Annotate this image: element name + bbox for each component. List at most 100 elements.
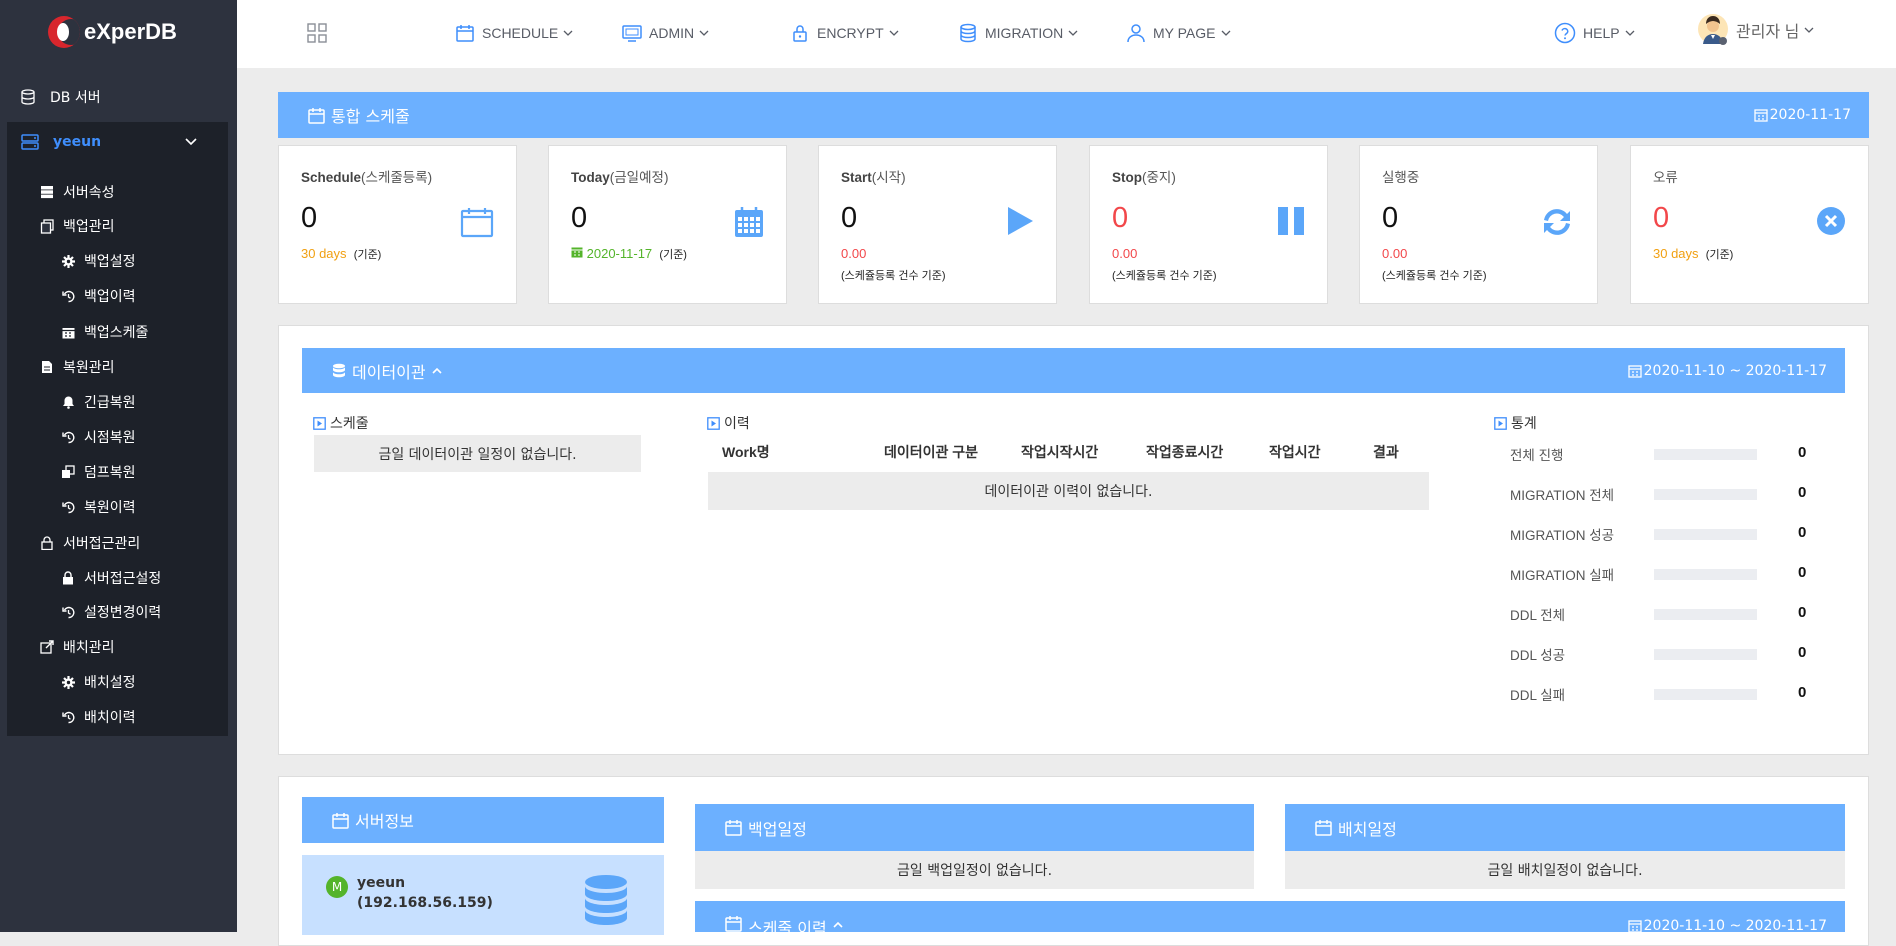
sidebar-item-16[interactable]: 배치이력	[60, 707, 136, 727]
logo[interactable]: eXperDB	[48, 14, 177, 50]
chevron-down-icon[interactable]	[184, 134, 198, 148]
stat-label: MIGRATION 전체	[1510, 488, 1615, 503]
calendar-icon	[1315, 820, 1332, 836]
sidebar-item-1[interactable]: 서버속성	[39, 182, 115, 202]
chevron-up-icon[interactable]	[832, 919, 844, 931]
stat-progress-bar	[1654, 529, 1757, 540]
nav-migration[interactable]: MIGRATION	[958, 18, 1085, 48]
play-square-icon	[1494, 416, 1507, 430]
nav-admin[interactable]: ADMIN	[622, 18, 716, 48]
stat-progress-bar	[1654, 649, 1757, 660]
stat-value: 0	[1798, 444, 1807, 461]
stat-card-error[interactable]: 오류 0 30 days (기준)	[1630, 145, 1869, 304]
card-title: Start(시작)	[841, 166, 906, 186]
backup-schedule-header: 백업일정	[695, 804, 1254, 851]
migration-header[interactable]: 데이터이관 2020-11-10 ~ 2020-11-17	[302, 348, 1845, 393]
nav-encrypt[interactable]: ENCRYPT	[790, 18, 906, 48]
card-title: 실행중	[1382, 166, 1419, 186]
stat-label: 전체 진행	[1510, 448, 1564, 463]
database-icon	[21, 89, 35, 105]
lock-icon	[39, 535, 55, 551]
card-title-sub: (스케줄등록)	[361, 170, 433, 185]
sidebar-item-11[interactable]: 서버접근관리	[39, 533, 140, 553]
sidebar-item-6[interactable]: 복원관리	[39, 357, 115, 377]
column-header: Work명	[722, 444, 770, 460]
avatar	[1698, 14, 1728, 45]
stat-card-stop[interactable]: Stop(중지) 0 0.00 (스케쥴등록 건수 기준)	[1089, 145, 1328, 304]
section-title: 배치일정	[1338, 819, 1397, 839]
sidebar-item-7[interactable]: 긴급복원	[60, 392, 136, 412]
sidebar-item-13[interactable]: 설정변경이력	[60, 602, 161, 622]
sidebar-item-db-server[interactable]: DB 서버	[0, 82, 237, 112]
chevron-up-icon[interactable]	[431, 365, 443, 377]
card-title-main: Start	[841, 170, 872, 185]
section-title: 서버정보	[355, 812, 414, 831]
card-value: 0	[571, 202, 588, 234]
play-icon	[1008, 207, 1033, 235]
chevron-down-icon	[1625, 30, 1635, 36]
stat-value: 0	[1798, 524, 1807, 541]
server-tree-header[interactable]: yeeun	[7, 122, 228, 162]
nav-schedule[interactable]: SCHEDULE	[455, 18, 580, 48]
migration-history-title: 이력	[707, 413, 750, 433]
sidebar-item-15[interactable]: 배치설정	[60, 672, 136, 692]
sidebar-item-2[interactable]: 백업관리	[39, 216, 115, 236]
user-menu[interactable]: 관리자 님	[1697, 14, 1821, 45]
stat-progress-bar	[1654, 449, 1757, 460]
column-header: 결과	[1373, 444, 1399, 460]
date-range-text: 2020-11-10 ~ 2020-11-17	[1643, 362, 1827, 379]
chevron-down-icon	[1221, 30, 1230, 36]
history-icon	[60, 604, 76, 620]
bell-icon	[60, 394, 76, 410]
schedule-history-header[interactable]: 스케줄 이력 2020-11-10 ~ 2020-11-17	[695, 901, 1845, 938]
stat-label: DDL 실패	[1510, 688, 1566, 703]
history-icon	[60, 288, 76, 304]
clone-icon	[60, 464, 76, 480]
chevron-down-icon	[1068, 30, 1078, 36]
sidebar-item-label: 복원관리	[63, 360, 115, 376]
sidebar-item-label: 백업관리	[63, 219, 115, 235]
stat-card-running[interactable]: 실행중 0 0.00 (스케쥴등록 건수 기준)	[1359, 145, 1598, 304]
card-sub-value: 0.00	[841, 246, 867, 261]
sidebar-item-3[interactable]: 백업설정	[60, 251, 136, 271]
migration-history-empty: 데이터이관 이력이 없습니다.	[708, 472, 1429, 510]
stat-progress-bar	[1654, 609, 1757, 620]
card-sub-note: (스케쥴등록 건수 기준)	[1112, 270, 1217, 282]
nav-my-page[interactable]: MY PAGE	[1126, 18, 1238, 48]
user-name: 관리자 님	[1736, 24, 1800, 41]
nav-help[interactable]: HELP	[1554, 18, 1642, 48]
sidebar-item-label: 백업설정	[84, 254, 136, 270]
sidebar: eXperDB DB 서버 yeeun 서버속성백업관리백업설정백업이력백업스케…	[0, 0, 237, 932]
file-icon	[39, 359, 55, 375]
sidebar-item-label: 백업이력	[84, 289, 136, 305]
schedule-date-text: 2020-11-17	[1769, 107, 1851, 123]
server-info-name: yeeun	[357, 875, 406, 891]
card-sub-note: (스케쥴등록 건수 기준)	[1382, 270, 1487, 282]
sidebar-item-8[interactable]: 시점복원	[60, 427, 136, 447]
stat-card-today[interactable]: Today(금일예정) 0 2020-11-17 (기준)	[548, 145, 787, 304]
migration-schedule-empty: 금일 데이터이관 일정이 없습니다.	[314, 435, 641, 472]
grid-menu-icon[interactable]	[307, 23, 327, 43]
schedule-date: 2020-11-17	[1753, 107, 1851, 123]
sidebar-item-label: 서버속성	[63, 185, 115, 201]
card-sub: 30 days (기준)	[301, 246, 381, 262]
card-title-main: Today	[571, 170, 610, 185]
sidebar-item-label: 배치관리	[63, 640, 115, 656]
calendar-icon	[456, 25, 474, 42]
nav-label: ENCRYPT	[817, 25, 884, 41]
nav-label: ADMIN	[649, 25, 695, 41]
server-type-badge: M	[326, 876, 348, 898]
sidebar-item-10[interactable]: 복원이력	[60, 497, 136, 517]
sidebar-item-5[interactable]: 백업스케줄	[60, 322, 148, 342]
sidebar-item-4[interactable]: 백업이력	[60, 286, 136, 306]
sidebar-item-14[interactable]: 배치관리	[39, 637, 115, 657]
help-icon	[1554, 22, 1576, 44]
stat-card-start[interactable]: Start(시작) 0 0.00 (스케쥴등록 건수 기준)	[818, 145, 1057, 304]
stat-card-schedule[interactable]: Schedule(스케줄등록) 0 30 days (기준)	[278, 145, 517, 304]
sidebar-item-label: 서버접근관리	[63, 536, 141, 552]
sidebar-item-9[interactable]: 덤프복원	[60, 462, 136, 482]
copy-icon	[39, 218, 55, 234]
sidebar-item-12[interactable]: 서버접근설정	[60, 568, 161, 588]
server-info-card[interactable]: M yeeun (192.168.56.159)	[302, 855, 664, 935]
column-header: 작업시간	[1269, 444, 1321, 460]
